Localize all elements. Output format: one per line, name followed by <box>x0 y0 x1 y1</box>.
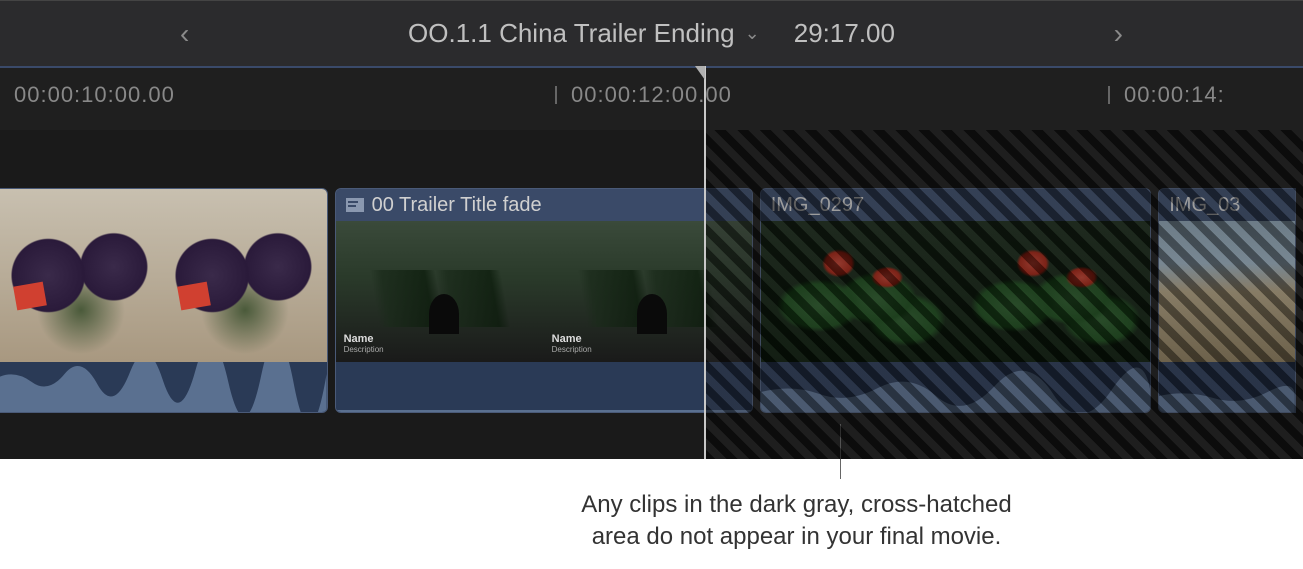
clip-header: 00 Trailer Title fade <box>336 189 752 221</box>
clip-audio-waveform[interactable] <box>0 362 327 412</box>
range-end-marker-icon[interactable] <box>695 66 705 80</box>
ruler-label: 00:00:10:00.00 <box>14 82 175 108</box>
thumbnail-frame <box>761 221 956 362</box>
annotation-pointer-line <box>840 424 841 479</box>
project-title-label: OO.1.1 China Trailer Ending <box>408 18 735 49</box>
playhead[interactable] <box>704 66 706 459</box>
thumbnail-frame <box>0 189 163 362</box>
ruler-mark <box>555 86 557 104</box>
project-title-dropdown[interactable]: OO.1.1 China Trailer Ending ⌄ <box>408 18 760 49</box>
clip-thumbnails <box>0 189 327 362</box>
clip-header: IMG_0297 <box>761 189 1151 221</box>
primary-storyline: 00 Trailer Title fade Name Description N… <box>0 188 1303 413</box>
clip-audio-waveform[interactable] <box>336 362 752 412</box>
clip-thumbnails <box>1159 221 1295 362</box>
timeline-ruler[interactable]: 00:00:10:00.00 00:00:12:00.00 00:00:14: <box>0 66 1303 130</box>
next-edit-button[interactable]: › <box>1114 18 1123 50</box>
clip-label: 00 Trailer Title fade <box>372 194 542 217</box>
clip-thumbnails: Name Description Name Description <box>336 221 752 362</box>
timeline-clip[interactable]: IMG_0297 <box>760 188 1152 413</box>
thumbnail-frame: Name Description <box>544 221 752 362</box>
timeline-clip[interactable] <box>0 188 328 413</box>
ruler-label: 00:00:12:00.00 <box>571 82 732 108</box>
clip-header: IMG_03 <box>1159 189 1295 221</box>
title-clip-icon <box>346 198 364 212</box>
thumbnail-frame <box>1159 221 1295 362</box>
annotation-text: Any clips in the dark gray, cross-hatche… <box>581 489 1011 554</box>
ruler-tick: 00:00:10:00.00 <box>0 68 175 130</box>
timeline-track-area[interactable]: 00 Trailer Title fade Name Description N… <box>0 130 1303 459</box>
annotation-callout: Any clips in the dark gray, cross-hatche… <box>0 459 1303 554</box>
title-overlay: Name Description <box>552 333 592 354</box>
timeline-panel: ‹ OO.1.1 China Trailer Ending ⌄ 29:17.00… <box>0 0 1303 459</box>
chevron-down-icon: ⌄ <box>745 23 760 44</box>
project-title-group: OO.1.1 China Trailer Ending ⌄ 29:17.00 <box>408 18 895 49</box>
thumbnail-frame <box>163 189 327 362</box>
thumbnail-frame <box>955 221 1150 362</box>
ruler-mark <box>1108 86 1110 104</box>
timeline-clip[interactable]: 00 Trailer Title fade Name Description N… <box>335 188 753 413</box>
clip-audio-waveform[interactable] <box>761 362 1151 412</box>
clip-thumbnails <box>761 221 1151 362</box>
duration-display: 29:17.00 <box>794 18 895 49</box>
prev-edit-button[interactable]: ‹ <box>180 18 189 50</box>
ruler-tick: 00:00:14: <box>1108 68 1225 130</box>
clip-label: IMG_0297 <box>771 194 864 217</box>
title-overlay: Name Description <box>344 333 384 354</box>
timeline-clip[interactable]: IMG_03 <box>1158 188 1296 413</box>
thumbnail-frame: Name Description <box>336 221 544 362</box>
clip-label: IMG_03 <box>1169 194 1240 217</box>
ruler-label: 00:00:14: <box>1124 82 1225 108</box>
timeline-header: ‹ OO.1.1 China Trailer Ending ⌄ 29:17.00… <box>0 0 1303 66</box>
clip-audio-waveform[interactable] <box>1159 362 1295 412</box>
